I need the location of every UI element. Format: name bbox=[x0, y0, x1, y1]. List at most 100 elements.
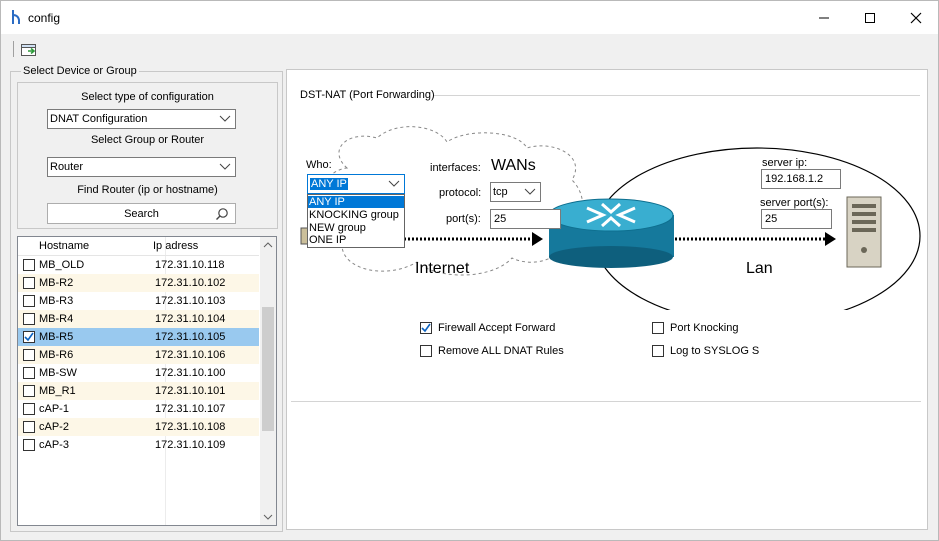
router-icon bbox=[548, 198, 674, 268]
who-option-any-ip[interactable]: ANY IP bbox=[308, 196, 404, 208]
server-ports-label: server port(s): bbox=[760, 197, 829, 209]
panel-divider bbox=[291, 401, 921, 402]
minimize-icon bbox=[819, 17, 829, 18]
table-row[interactable]: MB-R2 172.31.10.102 bbox=[18, 274, 259, 292]
maximize-button[interactable] bbox=[847, 1, 893, 34]
ports-input[interactable]: 25 bbox=[490, 209, 561, 229]
close-icon bbox=[910, 12, 922, 23]
chevron-down-icon bbox=[524, 188, 536, 195]
app-fork-icon bbox=[12, 10, 20, 24]
row-checkbox[interactable] bbox=[23, 349, 35, 361]
dnat-panel: DST-NAT (Port Forwarding) Internet Lan W… bbox=[286, 69, 928, 530]
row-hostname: MB-R4 bbox=[39, 313, 74, 325]
row-hostname: MB-R5 bbox=[39, 331, 74, 343]
checkbox-checked[interactable] bbox=[420, 322, 432, 334]
open-config-button[interactable] bbox=[20, 41, 38, 59]
firewall-accept-label: Firewall Accept Forward bbox=[438, 322, 556, 334]
table-row[interactable]: cAP-1 172.31.10.107 bbox=[18, 400, 259, 418]
scroll-down-icon[interactable] bbox=[263, 513, 273, 521]
row-hostname: MB-SW bbox=[39, 367, 77, 379]
row-hostname: cAP-3 bbox=[39, 439, 69, 451]
who-select[interactable]: ANY IP bbox=[307, 174, 405, 194]
row-checkbox[interactable] bbox=[23, 277, 35, 289]
server-ports-input[interactable]: 25 bbox=[761, 209, 832, 229]
server-ip-label: server ip: bbox=[762, 157, 808, 169]
who-dropdown-list[interactable]: ANY IP KNOCKING group NEW group ONE IP bbox=[307, 194, 405, 248]
who-option-one-ip[interactable]: ONE IP bbox=[309, 234, 346, 246]
row-ip: 172.31.10.107 bbox=[155, 403, 226, 415]
find-router-label: Find Router (ip or hostname) bbox=[77, 184, 218, 196]
row-hostname: MB-R6 bbox=[39, 349, 74, 361]
config-type-label: Select type of configuration bbox=[81, 91, 214, 103]
column-hostname[interactable]: Hostname bbox=[39, 240, 89, 252]
table-row[interactable]: cAP-2 172.31.10.108 bbox=[18, 418, 259, 436]
server-ip-value: 192.168.1.2 bbox=[765, 173, 824, 185]
row-checkbox[interactable] bbox=[23, 385, 35, 397]
who-option-new-group[interactable]: NEW group bbox=[309, 222, 366, 234]
row-checkbox[interactable] bbox=[23, 439, 35, 451]
ports-value: 25 bbox=[494, 213, 507, 225]
table-row[interactable]: MB_R1 172.31.10.101 bbox=[18, 382, 259, 400]
ports-label: port(s): bbox=[446, 213, 481, 225]
table-row[interactable]: MB_OLD 172.31.10.118 bbox=[18, 256, 259, 274]
scrollbar-thumb[interactable] bbox=[262, 307, 274, 431]
row-hostname: MB-R3 bbox=[39, 295, 74, 307]
group-router-select[interactable]: Router bbox=[47, 157, 236, 177]
table-row-selected[interactable]: MB-R5 172.31.10.105 bbox=[18, 328, 259, 346]
checkbox[interactable] bbox=[652, 345, 664, 357]
row-checkbox[interactable] bbox=[23, 295, 35, 307]
row-checkbox-checked[interactable] bbox=[23, 331, 35, 343]
who-option-knocking[interactable]: KNOCKING group bbox=[309, 209, 399, 221]
maximize-icon bbox=[865, 12, 875, 23]
checkbox[interactable] bbox=[652, 322, 664, 334]
row-checkbox[interactable] bbox=[23, 259, 35, 271]
table-header: Hostname Ip adress bbox=[18, 237, 259, 256]
remove-all-dnat-label: Remove ALL DNAT Rules bbox=[438, 345, 564, 357]
port-knocking-label: Port Knocking bbox=[670, 322, 739, 334]
search-icon bbox=[216, 208, 228, 220]
row-ip: 172.31.10.105 bbox=[155, 331, 226, 343]
table-row[interactable]: MB-R3 172.31.10.103 bbox=[18, 292, 259, 310]
row-ip: 172.31.10.101 bbox=[155, 385, 226, 397]
table-row[interactable]: MB-SW 172.31.10.100 bbox=[18, 364, 259, 382]
row-ip: 172.31.10.104 bbox=[155, 313, 226, 325]
protocol-value: tcp bbox=[493, 186, 508, 198]
row-checkbox[interactable] bbox=[23, 421, 35, 433]
open-config-icon bbox=[21, 44, 36, 56]
row-checkbox[interactable] bbox=[23, 367, 35, 379]
interfaces-value[interactable]: WANs bbox=[491, 157, 536, 175]
search-button[interactable]: Search bbox=[47, 203, 236, 224]
table-scrollbar[interactable] bbox=[260, 237, 276, 525]
chevron-down-icon bbox=[219, 163, 231, 170]
checkbox[interactable] bbox=[420, 345, 432, 357]
group-router-label: Select Group or Router bbox=[90, 134, 205, 146]
server-icon bbox=[846, 196, 882, 268]
device-group-label: Select Device or Group bbox=[21, 65, 139, 77]
minimize-button[interactable] bbox=[801, 1, 847, 34]
title-bar[interactable]: config bbox=[1, 1, 938, 34]
window-title: config bbox=[28, 11, 61, 25]
row-hostname: cAP-2 bbox=[39, 421, 69, 433]
close-button[interactable] bbox=[893, 1, 939, 34]
device-table[interactable]: Hostname Ip adress MB_OLD 172.31.10.118 … bbox=[17, 236, 277, 526]
checkmark-icon bbox=[24, 332, 34, 342]
row-ip: 172.31.10.118 bbox=[155, 259, 225, 271]
row-checkbox[interactable] bbox=[23, 313, 35, 325]
protocol-select[interactable]: tcp bbox=[490, 182, 541, 202]
table-row[interactable]: cAP-3 172.31.10.109 bbox=[18, 436, 259, 454]
config-type-select[interactable]: DNAT Configuration bbox=[47, 109, 236, 129]
table-row[interactable]: MB-R6 172.31.10.106 bbox=[18, 346, 259, 364]
toolbar-separator bbox=[13, 41, 14, 57]
internet-label: Internet bbox=[415, 260, 470, 277]
row-checkbox[interactable] bbox=[23, 403, 35, 415]
column-ip[interactable]: Ip adress bbox=[153, 240, 198, 252]
scroll-up-icon[interactable] bbox=[263, 241, 273, 249]
interfaces-label: interfaces: bbox=[430, 162, 481, 174]
server-ip-input[interactable]: 192.168.1.2 bbox=[761, 169, 841, 189]
config-type-value: DNAT Configuration bbox=[50, 113, 148, 125]
table-row[interactable]: MB-R4 172.31.10.104 bbox=[18, 310, 259, 328]
who-label: Who: bbox=[306, 159, 332, 171]
search-button-label: Search bbox=[124, 207, 159, 220]
chevron-down-icon bbox=[388, 180, 400, 187]
row-ip: 172.31.10.106 bbox=[155, 349, 226, 361]
